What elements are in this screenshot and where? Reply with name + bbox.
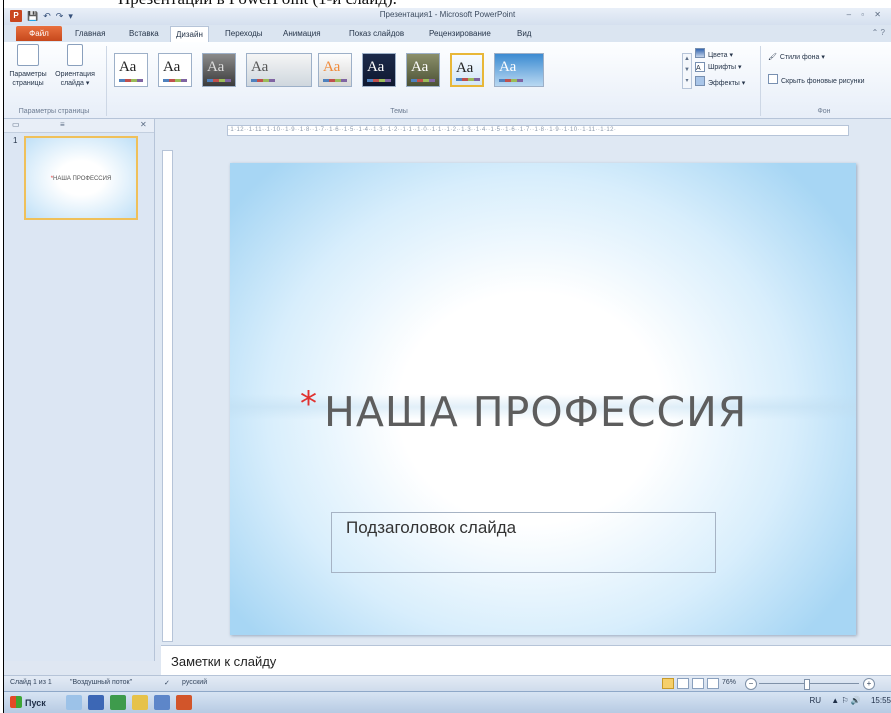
zoom-in-icon[interactable]: + xyxy=(863,678,875,690)
tray-icons[interactable]: ▲ ⚐ 🔊 xyxy=(831,696,861,705)
horizontal-ruler: ·1·12··1·11··1·10··1·9··1·8··1·7··1·6··1… xyxy=(227,125,849,136)
slide-number: 1 xyxy=(13,136,18,145)
tab-home[interactable]: Главная xyxy=(70,26,110,41)
title-bar: P 💾 ↶ ↷ ▾ Презентация1 - Microsoft Power… xyxy=(4,8,891,25)
slide-title[interactable]: * НАША ПРОФЕССИЯ xyxy=(300,384,747,436)
normal-view-icon[interactable] xyxy=(662,678,674,689)
document-header-text: Презентации в PowerPoint (1-й слайд). xyxy=(0,0,891,8)
spellcheck-icon[interactable]: ✓ xyxy=(164,679,170,687)
vertical-ruler xyxy=(162,150,173,642)
theme-5[interactable]: Аа xyxy=(318,53,352,87)
colors-button[interactable]: Цвета ▾ xyxy=(695,48,733,62)
bg-styles-icon: 🖌 xyxy=(768,54,777,61)
group-divider xyxy=(760,46,761,116)
window-title: Презентация1 - Microsoft PowerPoint xyxy=(379,10,516,19)
thumbnail-title: *НАША ПРОФЕССИЯ xyxy=(50,176,112,182)
system-tray: RU ▲ ⚐ 🔊 15:55 xyxy=(801,696,891,705)
taskbar-excel-icon[interactable] xyxy=(110,695,126,710)
close-pane-icon[interactable]: ✕ xyxy=(140,120,147,129)
taskbar-word-icon[interactable] xyxy=(88,695,104,710)
start-button[interactable]: Пуск xyxy=(10,695,46,711)
keyboard-language[interactable]: RU xyxy=(809,696,821,705)
zoom-slider-thumb[interactable] xyxy=(804,679,810,690)
windows-taskbar: Пуск RU ▲ ⚐ 🔊 15:55 xyxy=(4,691,891,713)
theme-9[interactable]: Аа xyxy=(494,53,544,87)
theme-6[interactable]: Аа xyxy=(362,53,396,87)
theme-4[interactable]: Аа xyxy=(246,53,312,87)
taskbar-powerpoint-icon[interactable] xyxy=(176,695,192,710)
notes-placeholder: Заметки к слайду xyxy=(171,654,277,669)
tab-insert[interactable]: Вставка xyxy=(124,26,164,41)
theme-office[interactable]: Аа xyxy=(114,53,148,87)
slide-canvas[interactable]: * НАША ПРОФЕССИЯ Подзаголовок слайда xyxy=(230,163,856,635)
outline-tab-icon[interactable]: ≡ xyxy=(60,120,65,129)
page-setup-label: Параметры страницы xyxy=(9,71,47,87)
effects-button[interactable]: Эффекты ▾ xyxy=(695,76,745,90)
tab-file[interactable]: Файл xyxy=(16,26,62,41)
clock[interactable]: 15:55 xyxy=(871,696,891,705)
theme-3[interactable]: Аа xyxy=(202,53,236,87)
ribbon-tabs: Файл Главная Вставка Дизайн Переходы Ани… xyxy=(4,25,891,43)
fonts-button[interactable]: A Шрифты ▾ xyxy=(695,62,742,74)
hide-background-checkbox[interactable]: Скрыть фоновые рисунки xyxy=(768,74,864,88)
page-setup-icon xyxy=(17,44,39,66)
orientation-button[interactable]: Ориентация слайда ▾ xyxy=(52,44,98,88)
powerpoint-window: P 💾 ↶ ↷ ▾ Презентация1 - Microsoft Power… xyxy=(4,8,891,713)
notes-pane[interactable]: Заметки к слайду xyxy=(161,645,891,675)
page-params-group-label: Параметры страницы xyxy=(18,108,90,115)
windows-flag-icon xyxy=(10,696,22,708)
tab-review[interactable]: Рецензирование xyxy=(424,26,496,41)
subtitle-text: Подзаголовок слайда xyxy=(346,518,517,537)
subtitle-placeholder[interactable]: Подзаголовок слайда xyxy=(331,512,716,573)
taskbar-paint-icon[interactable] xyxy=(132,695,148,710)
theme-name: "Воздушный поток" xyxy=(70,679,133,686)
themes-group-label: Темы xyxy=(390,108,408,115)
tab-transitions[interactable]: Переходы xyxy=(220,26,268,41)
zoom-out-icon[interactable]: − xyxy=(745,678,757,690)
effects-icon xyxy=(695,76,705,86)
slide-thumbnail[interactable]: *НАША ПРОФЕССИЯ xyxy=(24,136,138,220)
colors-icon xyxy=(695,48,705,58)
slideshow-view-icon[interactable] xyxy=(707,678,719,689)
slide-editor: ·1·12··1·11··1·10··1·9··1·8··1·7··1·6··1… xyxy=(155,119,891,645)
background-styles-button[interactable]: 🖌 Стили фона ▾ xyxy=(768,52,825,64)
group-divider xyxy=(106,46,107,116)
tab-animation[interactable]: Анимация xyxy=(278,26,326,41)
tab-slideshow[interactable]: Показ слайдов xyxy=(344,26,409,41)
reading-view-icon[interactable] xyxy=(692,678,704,689)
title-asterisk-icon: * xyxy=(300,384,318,424)
checkbox-icon xyxy=(768,74,778,84)
background-group-label: Фон xyxy=(817,108,831,115)
ribbon-design: Параметры страницы Ориентация слайда ▾ П… xyxy=(4,42,891,119)
page-setup-button[interactable]: Параметры страницы xyxy=(4,44,52,88)
tab-design[interactable]: Дизайн xyxy=(170,26,209,43)
window-controls[interactable]: – ▫ ✕ xyxy=(847,10,885,19)
slides-pane: ▭ ≡ ✕ 1 *НАША ПРОФЕССИЯ xyxy=(4,119,155,661)
orientation-icon xyxy=(67,44,83,66)
status-bar: Слайд 1 из 1 "Воздушный поток" ✓ русский… xyxy=(4,675,891,691)
slide-sorter-icon[interactable] xyxy=(677,678,689,689)
slide-info: Слайд 1 из 1 xyxy=(10,679,52,686)
language-indicator[interactable]: русский xyxy=(182,679,207,686)
theme-7[interactable]: Аа xyxy=(406,53,440,87)
slides-tab-icon[interactable]: ▭ xyxy=(12,120,20,129)
theme-vozdushny-potok[interactable]: Аа xyxy=(450,53,484,87)
taskbar-explorer-icon[interactable] xyxy=(66,695,82,710)
slides-pane-header: ▭ ≡ ✕ xyxy=(4,119,154,133)
orientation-label: Ориентация слайда ▾ xyxy=(55,71,95,87)
fonts-icon: A xyxy=(695,62,705,72)
help-icon[interactable]: ⌃ ? xyxy=(872,28,885,37)
themes-scroll[interactable]: ▲ ▼ ▾ xyxy=(682,53,692,89)
zoom-level[interactable]: 76% xyxy=(722,679,736,686)
taskbar-media-icon[interactable] xyxy=(154,695,170,710)
theme-2[interactable]: Аа xyxy=(158,53,192,87)
tab-view[interactable]: Вид xyxy=(512,26,536,41)
